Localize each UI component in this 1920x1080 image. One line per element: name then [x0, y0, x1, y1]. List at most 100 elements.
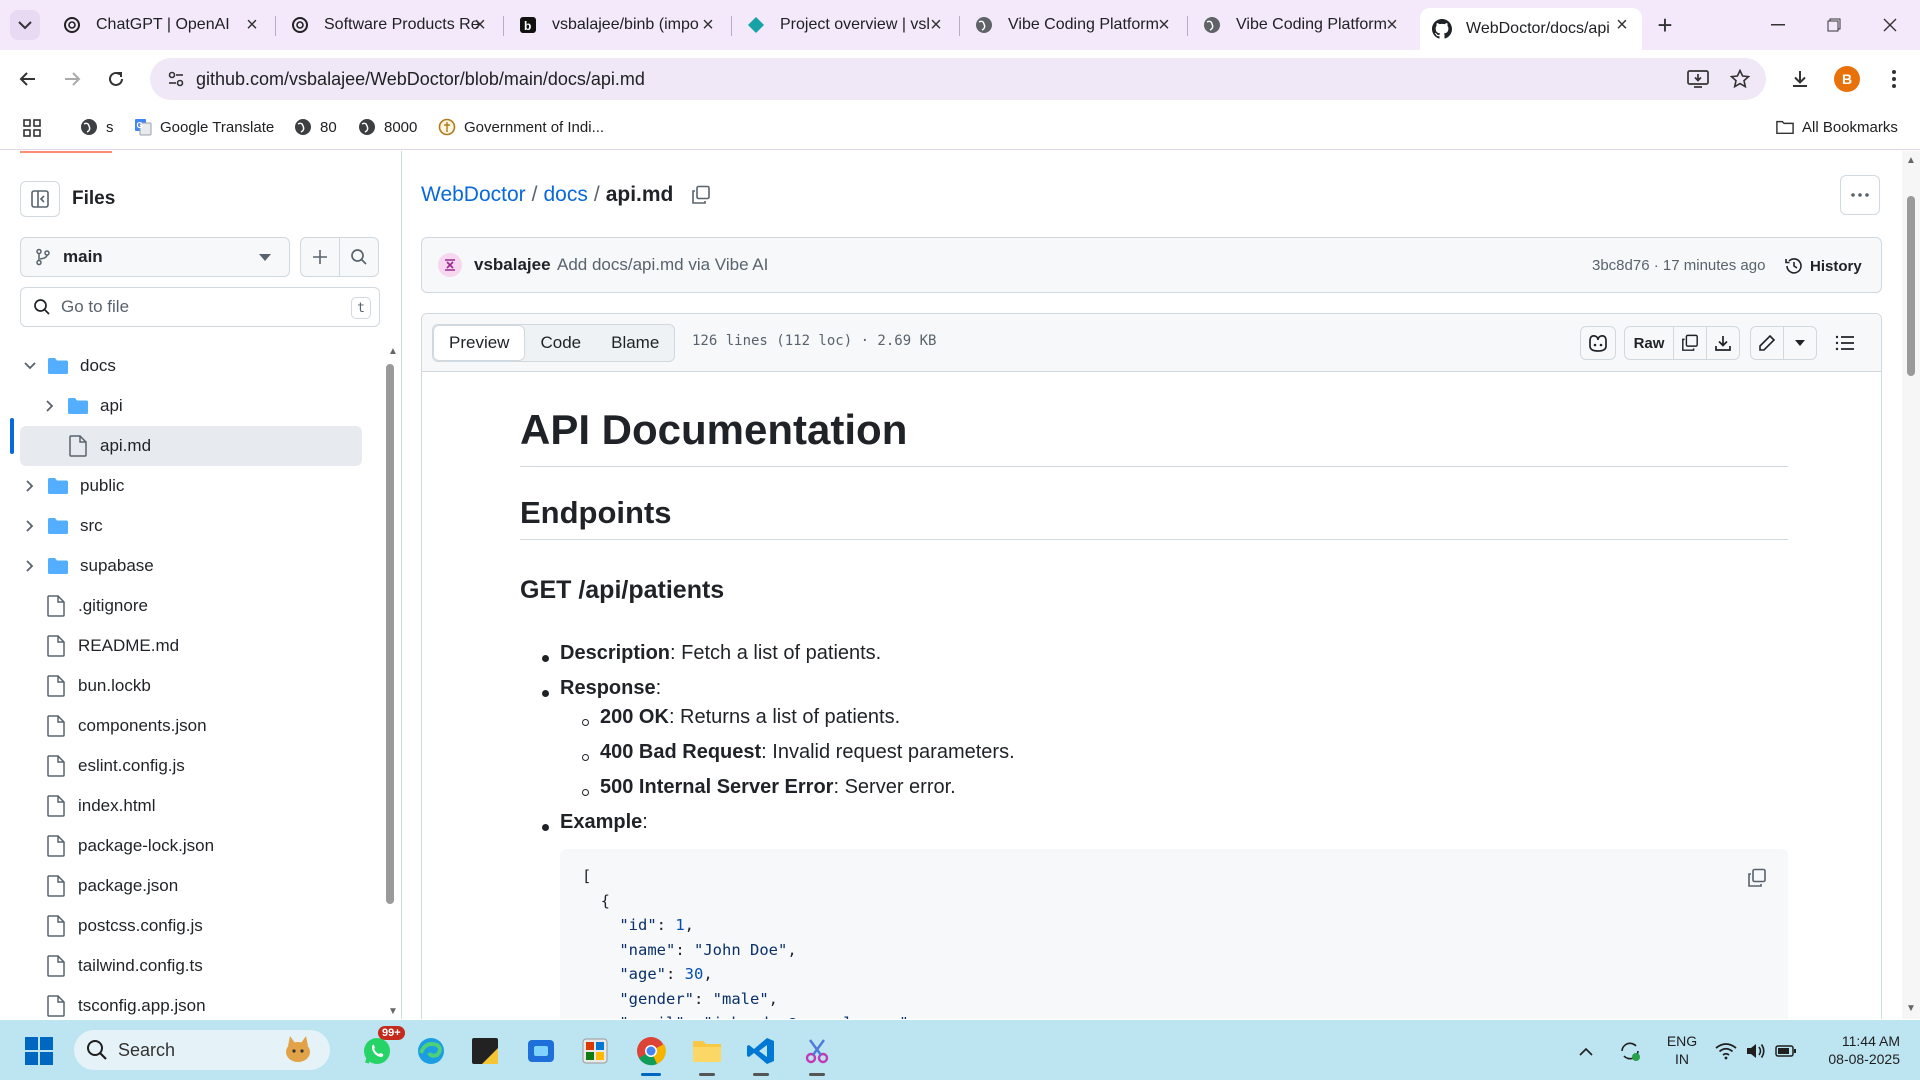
bookmark-item[interactable]: s [80, 118, 114, 136]
tab-code[interactable]: Code [525, 325, 596, 361]
chrome-icon[interactable] [632, 1032, 670, 1076]
edge-icon[interactable] [412, 1032, 450, 1070]
chevron-right-icon[interactable] [22, 478, 38, 494]
commit-message[interactable]: Add docs/api.md via Vibe AI [557, 255, 768, 275]
tab-blame[interactable]: Blame [596, 325, 674, 361]
apps-icon[interactable] [22, 118, 42, 138]
raw-button[interactable]: Raw [1624, 326, 1674, 360]
wifi-icon[interactable] [1712, 1032, 1740, 1070]
close-icon[interactable]: × [242, 15, 262, 35]
chevron-right-icon[interactable] [22, 558, 38, 574]
game-app-icon[interactable] [522, 1032, 560, 1070]
restore-button[interactable] [1810, 8, 1858, 42]
edit-options-button[interactable] [1783, 326, 1817, 360]
close-icon[interactable]: × [1382, 15, 1402, 35]
tree-file[interactable]: postcss.config.js [20, 906, 362, 946]
chevron-down-icon[interactable] [22, 358, 38, 374]
volume-icon[interactable] [1742, 1032, 1770, 1070]
close-icon[interactable]: × [470, 15, 490, 35]
browser-tab-active[interactable]: WebDoctor/docs/api × [1420, 8, 1642, 50]
tree-file[interactable]: components.json [20, 706, 362, 746]
tree-file[interactable]: README.md [20, 626, 362, 666]
bookmark-item[interactable]: Government of Indi... [438, 118, 604, 136]
media-app-icon[interactable] [576, 1032, 614, 1070]
language-indicator[interactable]: ENG IN [1664, 1032, 1700, 1068]
clock[interactable]: 11:44 AM 08-08-2025 [1810, 1032, 1900, 1068]
site-info-icon[interactable] [164, 67, 188, 91]
chevron-right-icon[interactable] [42, 398, 58, 414]
search-files-button[interactable] [339, 237, 379, 277]
go-to-file-input[interactable]: Go to file t [20, 287, 380, 327]
edit-file-button[interactable] [1750, 326, 1784, 360]
install-app-icon[interactable] [1686, 67, 1710, 91]
collapse-sidebar-button[interactable] [20, 181, 60, 217]
browser-tab[interactable]: ChatGPT | OpenAI × [50, 8, 272, 42]
all-bookmarks[interactable]: All Bookmarks [1776, 118, 1898, 136]
scroll-thumb[interactable] [1907, 196, 1915, 376]
copy-raw-button[interactable] [1673, 326, 1707, 360]
tree-scrollbar[interactable]: ▲ ▼ [384, 346, 398, 1019]
tab-search-button[interactable] [10, 10, 40, 40]
tree-folder[interactable]: docs [20, 346, 362, 386]
branch-selector[interactable]: main [20, 237, 290, 277]
tree-file[interactable]: bun.lockb [20, 666, 362, 706]
taskbar-search[interactable]: Search [74, 1030, 330, 1070]
page-scrollbar[interactable]: ▲ ▼ [1902, 151, 1920, 1019]
browser-tab[interactable]: Project overview | vsl × [734, 8, 956, 42]
tree-folder[interactable]: supabase [20, 546, 362, 586]
breadcrumb-repo[interactable]: WebDoctor [421, 183, 526, 207]
more-options-button[interactable] [1840, 175, 1880, 215]
browser-tab[interactable]: Vibe Coding Platform × [962, 8, 1184, 42]
profile-avatar[interactable]: B [1834, 66, 1860, 92]
browser-menu-icon[interactable] [1878, 63, 1910, 95]
bookmark-item[interactable]: 80 [294, 118, 337, 136]
copilot-button[interactable] [1580, 326, 1616, 360]
sync-icon[interactable] [1614, 1032, 1646, 1070]
history-button[interactable]: History [1784, 251, 1862, 281]
commit-meta[interactable]: 3bc8d76 · 17 minutes ago [1592, 257, 1765, 274]
battery-icon[interactable] [1772, 1032, 1800, 1070]
snipping-tool-icon[interactable] [798, 1032, 836, 1076]
tree-file[interactable]: package-lock.json [20, 826, 362, 866]
scroll-down-icon[interactable]: ▼ [388, 1006, 398, 1017]
copy-icon[interactable] [1744, 865, 1770, 891]
new-tab-button[interactable]: + [1650, 10, 1680, 40]
tree-folder[interactable]: api [20, 386, 362, 426]
scroll-up-icon[interactable]: ▲ [388, 346, 398, 357]
tree-folder[interactable]: public [20, 466, 362, 506]
outline-button[interactable] [1828, 326, 1862, 360]
browser-tab[interactable]: Software Products Re × [278, 8, 500, 42]
tree-file[interactable]: index.html [20, 786, 362, 826]
scroll-down-icon[interactable]: ▼ [1906, 1003, 1916, 1014]
download-raw-button[interactable] [1706, 326, 1740, 360]
tree-file[interactable]: .gitignore [20, 586, 362, 626]
minimize-button[interactable] [1754, 8, 1802, 42]
add-file-button[interactable] [300, 237, 340, 277]
close-window-button[interactable] [1866, 8, 1914, 42]
bookmark-item[interactable]: 8000 [358, 118, 417, 136]
close-icon[interactable]: × [926, 15, 946, 35]
tab-preview[interactable]: Preview [433, 325, 526, 361]
commit-author[interactable]: vsbalajee [474, 255, 551, 275]
close-icon[interactable]: × [698, 15, 718, 35]
whatsapp-icon[interactable]: 99+ [358, 1026, 405, 1070]
chevron-right-icon[interactable] [22, 518, 38, 534]
tree-file[interactable]: eslint.config.js [20, 746, 362, 786]
downloads-icon[interactable] [1784, 63, 1816, 95]
tree-file[interactable]: api.md [20, 426, 362, 466]
avatar[interactable] [438, 253, 462, 277]
tree-file[interactable]: tailwind.config.ts [20, 946, 362, 986]
address-bar[interactable]: github.com/vsbalajee/WebDoctor/blob/main… [150, 58, 1766, 100]
copy-icon[interactable] [689, 183, 713, 207]
forward-button[interactable] [56, 63, 88, 95]
back-button[interactable] [12, 63, 44, 95]
tree-file[interactable]: tsconfig.app.json [20, 986, 362, 1019]
vscode-icon[interactable] [742, 1032, 780, 1076]
tree-file[interactable]: package.json [20, 866, 362, 906]
close-icon[interactable]: × [1154, 15, 1174, 35]
breadcrumb-dir[interactable]: docs [544, 183, 588, 207]
scroll-up-icon[interactable]: ▲ [1906, 155, 1916, 166]
show-hidden-icons[interactable] [1574, 1032, 1598, 1070]
close-icon[interactable]: × [1612, 15, 1632, 35]
scroll-thumb[interactable] [386, 364, 394, 904]
